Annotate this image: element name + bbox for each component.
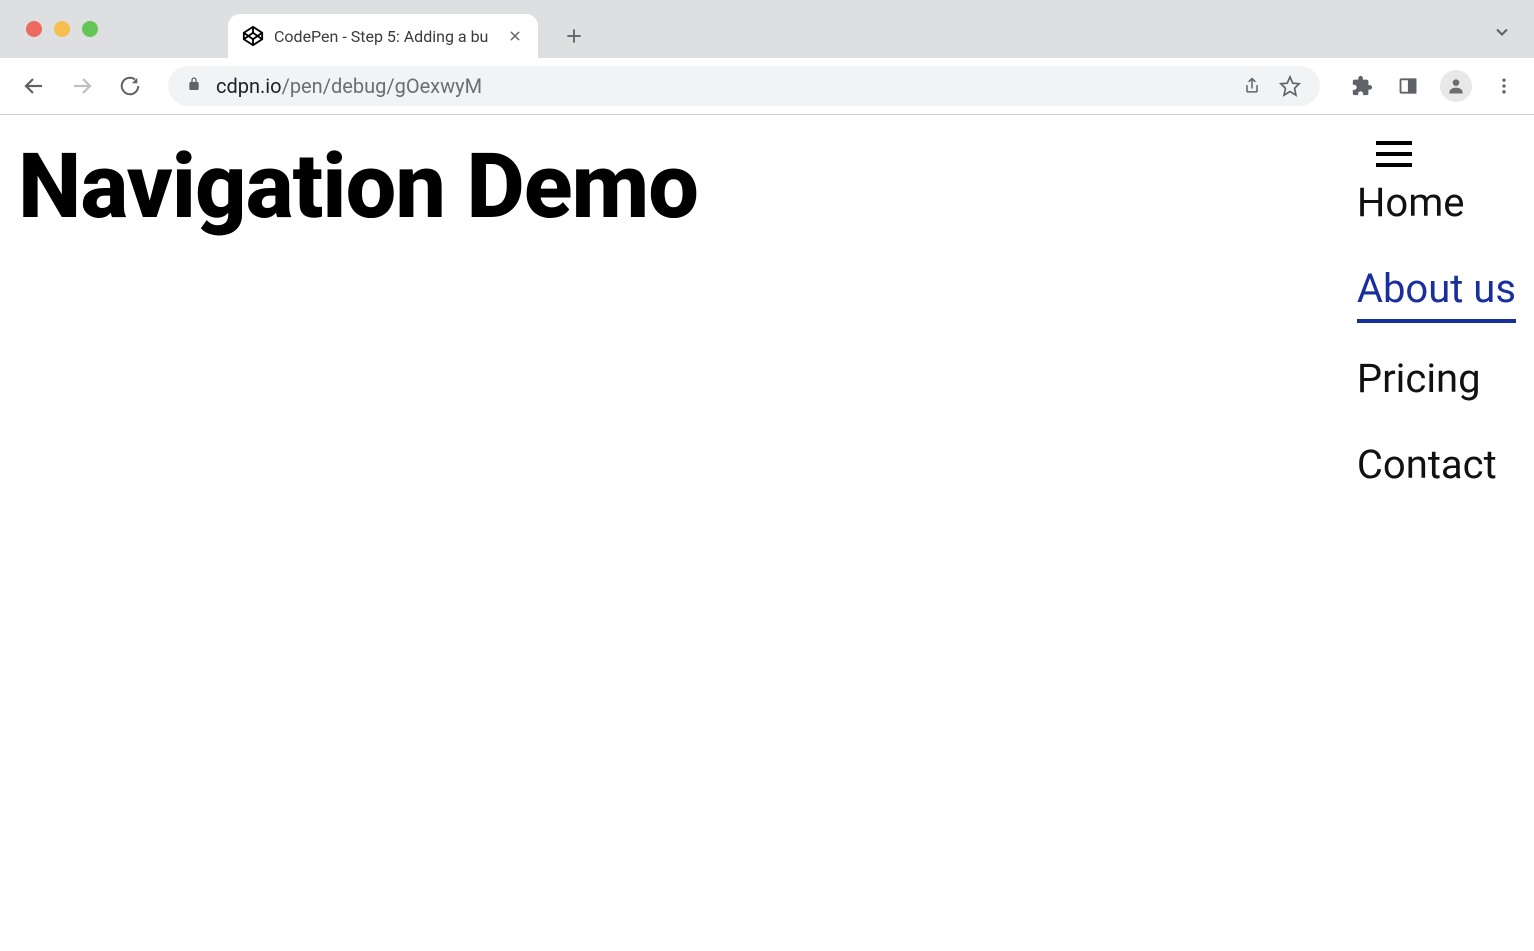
forward-button[interactable] — [64, 68, 100, 104]
share-button[interactable] — [1240, 74, 1264, 98]
back-button[interactable] — [16, 68, 52, 104]
puzzle-icon — [1351, 75, 1373, 97]
url-text: cdpn.io/pen/debug/gOexwyM — [216, 74, 1226, 98]
toolbar-right — [1340, 70, 1518, 102]
profile-button[interactable] — [1440, 70, 1472, 102]
arrow-right-icon — [70, 74, 94, 98]
nav-item-about-us[interactable]: About us — [1357, 265, 1516, 323]
panel-icon — [1398, 76, 1418, 96]
hamburger-icon — [1376, 152, 1412, 156]
page-content: Navigation Demo Home About us Pricing Co… — [0, 115, 1534, 951]
browser-chrome: CodePen - Step 5: Adding a bu — [0, 0, 1534, 115]
hamburger-icon — [1376, 141, 1412, 145]
hamburger-button[interactable] — [1376, 141, 1412, 167]
page-title: Navigation Demo — [18, 137, 698, 236]
nav-item-pricing[interactable]: Pricing — [1357, 355, 1516, 409]
tab-title: CodePen - Step 5: Adding a bu — [274, 27, 496, 46]
window-controls — [26, 21, 98, 37]
window-close-button[interactable] — [26, 21, 42, 37]
url-path: /pen/debug/gOexwyM — [282, 74, 482, 98]
nav-item-contact[interactable]: Contact — [1357, 441, 1516, 495]
window-minimize-button[interactable] — [54, 21, 70, 37]
hamburger-icon — [1376, 163, 1412, 167]
menu-button[interactable] — [1490, 72, 1518, 100]
tabs-dropdown-button[interactable] — [1490, 20, 1514, 44]
sidepanel-button[interactable] — [1394, 72, 1422, 100]
person-icon — [1446, 76, 1466, 96]
star-icon — [1279, 75, 1301, 97]
extensions-button[interactable] — [1348, 72, 1376, 100]
browser-tab[interactable]: CodePen - Step 5: Adding a bu — [228, 14, 538, 58]
arrow-left-icon — [22, 74, 46, 98]
share-icon — [1242, 76, 1262, 96]
url-domain: cdpn.io — [216, 74, 282, 98]
reload-button[interactable] — [112, 68, 148, 104]
bookmark-button[interactable] — [1278, 74, 1302, 98]
tab-bar: CodePen - Step 5: Adding a bu — [0, 0, 1534, 58]
plus-icon — [564, 26, 584, 46]
tab-close-button[interactable] — [506, 27, 524, 45]
new-tab-button[interactable] — [556, 18, 592, 54]
kebab-icon — [1494, 76, 1514, 96]
close-icon — [508, 29, 522, 43]
nav-item-home[interactable]: Home — [1357, 179, 1516, 233]
lock-icon — [186, 76, 202, 96]
codepen-favicon-icon — [242, 25, 264, 47]
reload-icon — [119, 75, 141, 97]
window-maximize-button[interactable] — [82, 21, 98, 37]
address-bar[interactable]: cdpn.io/pen/debug/gOexwyM — [168, 66, 1320, 106]
chevron-down-icon — [1492, 22, 1512, 42]
nav-menu: Home About us Pricing Contact — [1357, 179, 1516, 495]
browser-toolbar: cdpn.io/pen/debug/gOexwyM — [0, 58, 1534, 114]
